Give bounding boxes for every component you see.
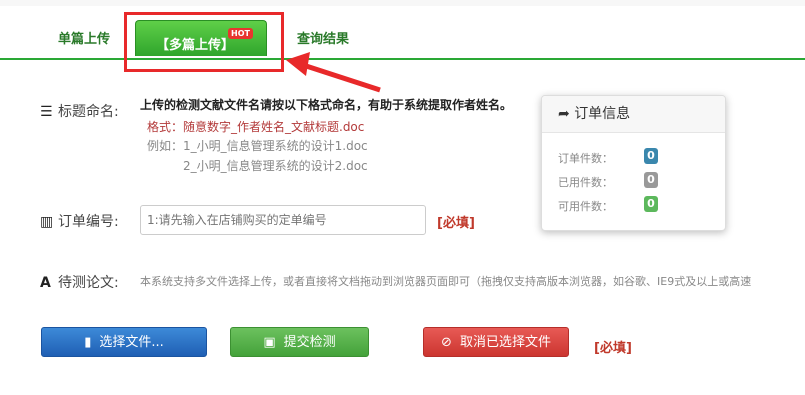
used-count-badge: 0: [644, 172, 658, 188]
ban-icon: ⊘: [441, 335, 452, 350]
order-number-label: ▥ 订单编号:: [40, 214, 119, 230]
naming-format: 格式：随意数字_作者姓名_文献标题.doc: [147, 120, 365, 134]
list-icon: ☰: [40, 104, 53, 120]
used-count-row: 已用件数： 0: [558, 172, 658, 190]
order-info-panel: ➦ 订单信息 订单件数： 0 已用件数： 0 可用件数： 0: [541, 95, 726, 231]
title-naming-label: ☰ 标题命名:: [40, 104, 119, 120]
barcode-icon: ▥: [40, 214, 54, 230]
upload-required-note: [必填]: [594, 341, 632, 356]
order-count-badge: 0: [644, 148, 658, 164]
order-info-header: ➦ 订单信息: [542, 96, 725, 133]
available-count-badge: 0: [644, 196, 658, 212]
naming-instruction: 上传的检测文献文件名请按以下格式命名，有助于系统提取作者姓名。: [140, 98, 513, 112]
order-info-title: 订单信息: [574, 106, 631, 122]
naming-example-2: 2_小明_信息管理系统的设计2.doc: [183, 159, 368, 173]
cancel-selected-files-button[interactable]: ⊘ 取消已选择文件: [423, 327, 569, 357]
file-icon: ▮: [84, 335, 92, 350]
naming-example-1: 例如：1_小明_信息管理系统的设计1.doc: [147, 139, 368, 153]
choose-file-button[interactable]: ▮ 选择文件...: [41, 327, 207, 357]
order-count-row: 订单件数： 0: [558, 148, 658, 166]
paper-label: A 待测论文:: [40, 275, 119, 291]
inbox-icon: ▣: [263, 335, 276, 350]
submit-check-button[interactable]: ▣ 提交检测: [230, 327, 369, 357]
paper-upload-description: 本系统支持多文件选择上传，或者直接将文档拖动到浏览器页面即可（拖拽仅支持高版本浏…: [140, 275, 752, 288]
order-required-note: [必填]: [437, 216, 475, 231]
highlight-box: [124, 12, 284, 72]
annotation-arrow-icon: [286, 52, 381, 93]
upload-tabs: 单篇上传 【多篇上传】 HOT 查询结果: [0, 6, 805, 60]
share-icon: ➦: [558, 106, 570, 122]
available-count-row: 可用件数： 0: [558, 196, 658, 214]
tab-single-upload[interactable]: 单篇上传: [58, 28, 110, 47]
font-icon: A: [40, 275, 51, 291]
order-number-input[interactable]: [140, 205, 426, 235]
tab-query-results[interactable]: 查询结果: [297, 28, 349, 47]
